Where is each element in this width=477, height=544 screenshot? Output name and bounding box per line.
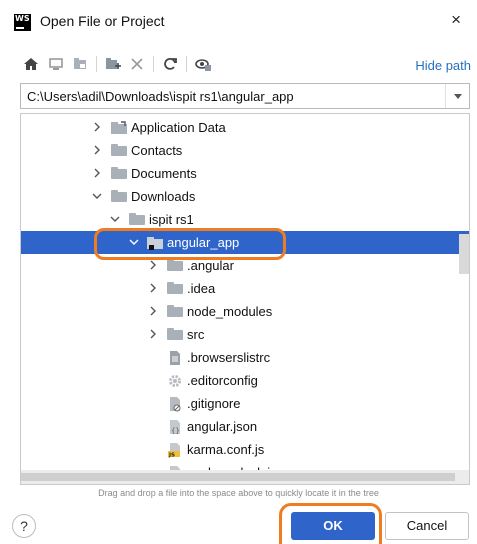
svg-text:{}: {} — [171, 427, 180, 435]
toolbar-separator — [96, 56, 97, 72]
js-file-icon: JS — [168, 443, 180, 459]
chevron-right-icon[interactable] — [91, 121, 103, 133]
gear-file-icon — [169, 375, 181, 387]
chevron-right-icon[interactable] — [147, 305, 159, 317]
tree-item-browserslistrc[interactable]: .browserslistrc — [21, 346, 469, 369]
chevron-down-icon[interactable] — [445, 84, 469, 108]
vertical-scrollbar[interactable] — [459, 234, 469, 274]
scrollbar-thumb[interactable] — [21, 473, 455, 481]
tree-item-downloads[interactable]: Downloads — [21, 185, 469, 208]
delete-icon[interactable] — [128, 55, 146, 73]
tree-item-application-data[interactable]: Application Data — [21, 116, 469, 139]
cancel-button[interactable]: Cancel — [385, 512, 469, 540]
tree-item-gitignore[interactable]: .gitignore — [21, 392, 469, 415]
project-icon[interactable] — [71, 55, 89, 73]
title-bar: WS Open File or Project × — [0, 0, 477, 44]
tree-item-label: ispit rs1 — [149, 212, 194, 227]
drag-drop-hint: Drag and drop a file into the space abov… — [98, 488, 379, 498]
tree-item-contacts[interactable]: Contacts — [21, 139, 469, 162]
chevron-right-icon[interactable] — [147, 282, 159, 294]
horizontal-scrollbar[interactable] — [21, 470, 469, 484]
tree-item-documents[interactable]: Documents — [21, 162, 469, 185]
tree-item-label: Documents — [131, 166, 197, 181]
json-file-icon: {} — [170, 420, 180, 435]
project-folder-icon — [147, 237, 163, 250]
folder-icon — [111, 190, 127, 202]
tree-item-angular[interactable]: .angular — [21, 254, 469, 277]
folder-icon — [167, 328, 183, 340]
tree-item-label: Application Data — [131, 120, 226, 135]
folder-icon — [129, 213, 145, 225]
chevron-right-icon[interactable] — [147, 259, 159, 271]
tree-item-label: src — [187, 327, 205, 342]
chevron-down-icon[interactable] — [128, 236, 140, 248]
folder-icon — [167, 259, 183, 271]
toolbar-separator — [153, 56, 154, 72]
chevron-right-icon[interactable] — [91, 144, 103, 156]
tree-item-label: .idea — [187, 281, 216, 296]
svg-text:JS: JS — [168, 453, 175, 459]
tree-item-ispit-rs1[interactable]: ispit rs1 — [21, 208, 469, 231]
tree-item-src[interactable]: src — [21, 323, 469, 346]
text-file-icon — [170, 351, 180, 365]
folder-icon — [167, 282, 183, 294]
tree-item-label: .gitignore — [187, 396, 241, 411]
chevron-right-icon[interactable] — [147, 328, 159, 340]
desktop-icon[interactable] — [47, 55, 65, 73]
tree-item-label: angular.json — [187, 419, 258, 434]
ok-button[interactable]: OK — [291, 512, 375, 540]
refresh-icon[interactable] — [161, 55, 179, 73]
ignore-file-icon — [170, 397, 181, 412]
tree-item-label: Downloads — [131, 189, 196, 204]
tree-item-label: .browserslistrc — [187, 350, 271, 365]
path-combobox[interactable]: C:\Users\adil\Downloads\ispit rs1\angula… — [20, 83, 470, 109]
dialog-title: Open File or Project — [40, 13, 165, 29]
toolbar: Hide path — [0, 50, 477, 80]
chevron-down-icon[interactable] — [91, 190, 103, 202]
folder-icon — [167, 305, 183, 317]
tree-item-idea[interactable]: .idea — [21, 277, 469, 300]
webstorm-logo-icon: WS — [14, 14, 31, 31]
tree-item-node-modules[interactable]: node_modules — [21, 300, 469, 323]
folder-icon — [111, 167, 127, 179]
tree-item-karma-conf[interactable]: JS karma.conf.js — [21, 438, 469, 461]
help-button[interactable]: ? — [12, 514, 36, 538]
show-hidden-icon[interactable] — [194, 55, 212, 73]
tree-item-label: karma.conf.js — [187, 442, 265, 457]
tree-item-label: Contacts — [131, 143, 183, 158]
tree-item-label: .editorconfig — [187, 373, 258, 388]
tree-item-angular-json[interactable]: {} angular.json — [21, 415, 469, 438]
tree-item-label: .angular — [187, 258, 234, 273]
folder-icon — [111, 144, 127, 156]
close-icon[interactable]: × — [451, 10, 461, 30]
chevron-down-icon[interactable] — [109, 213, 121, 225]
tree-item-angular-app[interactable]: angular_app — [21, 231, 469, 254]
chevron-right-icon[interactable] — [91, 167, 103, 179]
tree-item-label: angular_app — [167, 235, 240, 250]
path-input[interactable]: C:\Users\adil\Downloads\ispit rs1\angula… — [27, 89, 294, 104]
new-folder-icon[interactable] — [104, 55, 122, 73]
tree-item-editorconfig[interactable]: .editorconfig — [21, 369, 469, 392]
tree-item-label: node_modules — [187, 304, 273, 319]
folder-shortcut-icon — [111, 121, 127, 134]
toolbar-separator — [186, 56, 187, 72]
file-tree[interactable]: Application Data Contacts Documents Down… — [20, 113, 470, 485]
home-icon[interactable] — [22, 55, 40, 73]
hide-path-link[interactable]: Hide path — [415, 58, 471, 73]
